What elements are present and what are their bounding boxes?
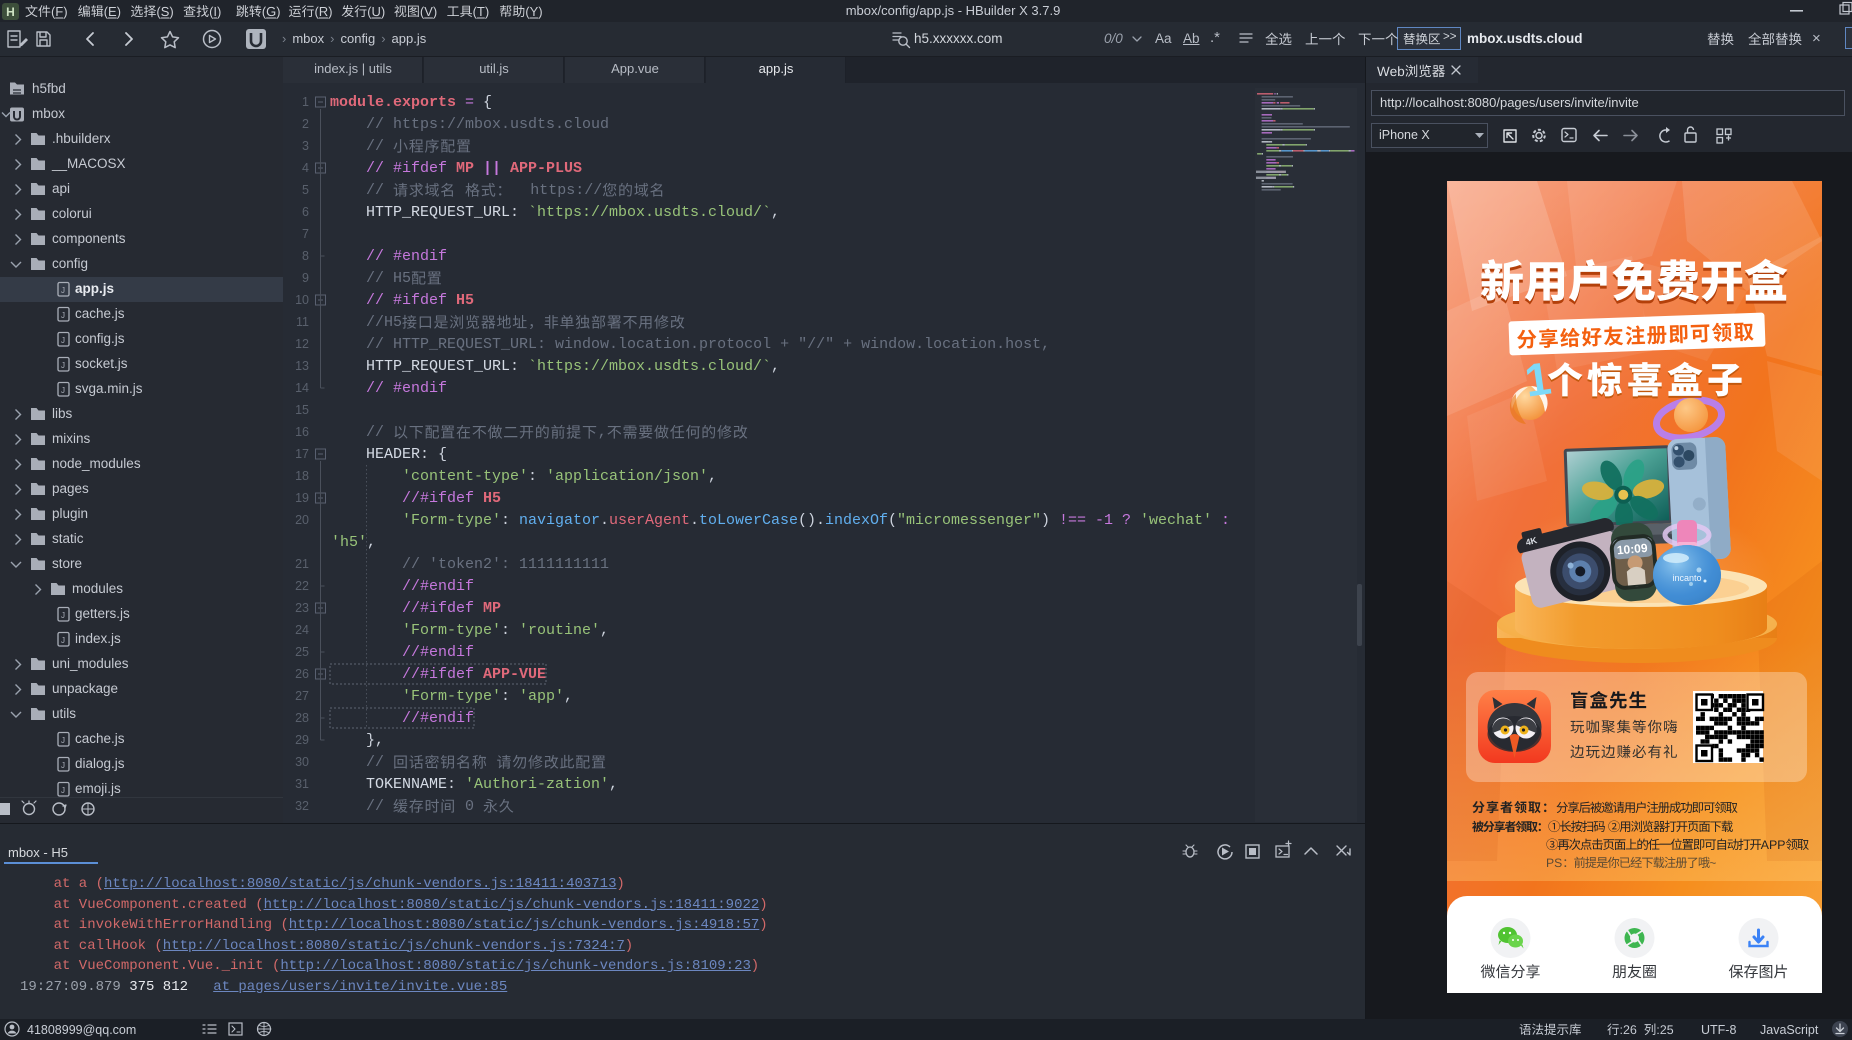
svg-text:H: H [6,5,15,19]
svg-text:J: J [61,761,65,770]
svg-text:J: J [61,636,65,645]
svg-text:J: J [61,786,65,795]
svg-text:incanto: incanto [1672,573,1701,583]
svg-text:J: J [61,386,65,395]
svg-text:J: J [61,286,65,295]
svg-text:J: J [61,311,65,320]
svg-text:J: J [61,611,65,620]
svg-text:J: J [61,361,65,370]
svg-text:J: J [61,736,65,745]
svg-text:J: J [61,336,65,345]
svg-text:10:09: 10:09 [1616,541,1648,558]
